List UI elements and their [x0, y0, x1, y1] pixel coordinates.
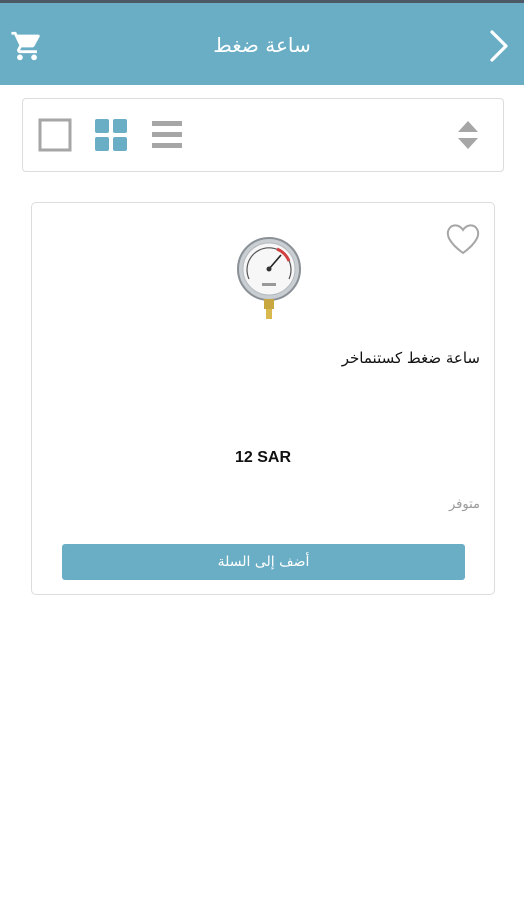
sort-icon[interactable]: [455, 117, 481, 153]
availability-label: متوفر: [449, 497, 480, 512]
product-card[interactable]: ساعة ضغط كستنماخر 12 SAR متوفر أضف إلى ا…: [31, 202, 495, 595]
view-toolbar: [22, 98, 504, 172]
heart-outline-icon[interactable]: [444, 221, 482, 257]
product-name[interactable]: ساعة ضغط كستنماخر: [342, 349, 480, 367]
page-title: ساعة ضغط: [213, 33, 311, 57]
grid-icon[interactable]: [93, 117, 129, 153]
chevron-right-icon[interactable]: [486, 27, 512, 65]
add-to-cart-button[interactable]: أضف إلى السلة: [62, 544, 465, 580]
product-price: 12 SAR: [234, 449, 292, 466]
app-bar: ساعة ضغط: [0, 3, 524, 85]
pressure-gauge-icon: [237, 237, 301, 319]
square-icon[interactable]: [37, 117, 73, 153]
list-icon[interactable]: [149, 117, 185, 153]
